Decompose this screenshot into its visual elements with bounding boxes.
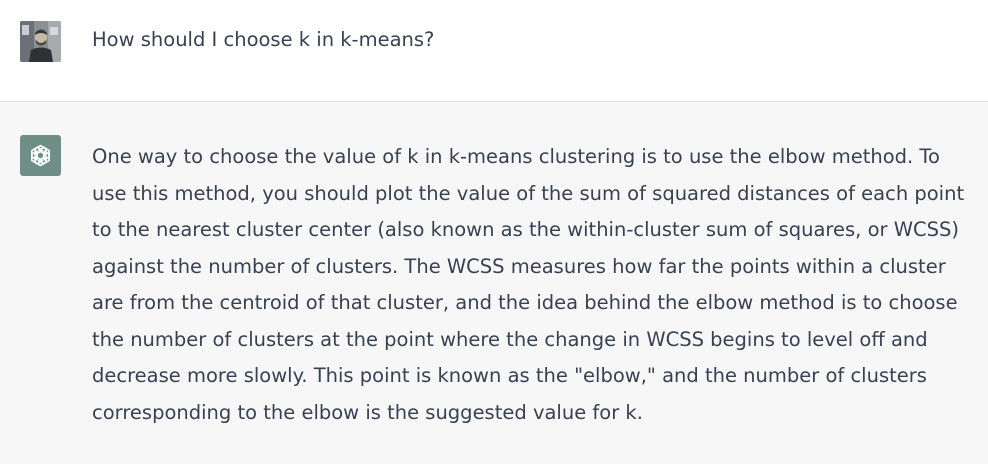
user-message-text: How should I choose k in k-means? <box>92 28 435 51</box>
user-avatar <box>20 21 61 62</box>
assistant-avatar <box>20 135 61 176</box>
user-photo-icon <box>20 21 61 62</box>
chat-thread: How should I choose k in k-means? One wa… <box>0 0 988 464</box>
openai-logo-icon <box>30 144 51 167</box>
assistant-message-row: One way to choose the value of k in k-me… <box>0 102 988 464</box>
assistant-message-text: One way to choose the value of k in k-me… <box>92 145 965 424</box>
user-message-row: How should I choose k in k-means? <box>0 0 988 102</box>
